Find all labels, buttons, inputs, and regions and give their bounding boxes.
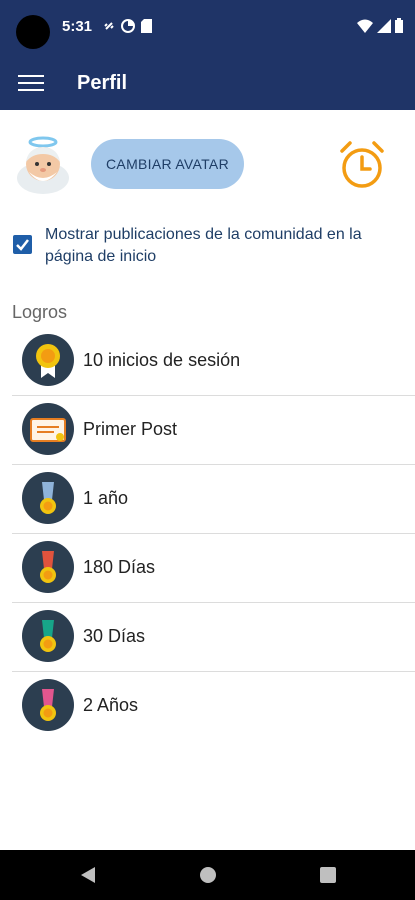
wifi-icon xyxy=(357,19,373,33)
alarm-clock-icon[interactable] xyxy=(337,139,387,191)
list-item[interactable]: Primer Post xyxy=(12,396,415,465)
medal-red-icon xyxy=(22,541,74,593)
status-time: 5:31 xyxy=(62,18,93,35)
recents-icon[interactable] xyxy=(319,865,337,885)
status-icons-left xyxy=(103,19,152,33)
signal-icon xyxy=(377,18,391,33)
list-item[interactable]: 180 Días xyxy=(12,534,415,603)
medal-pink-icon xyxy=(22,679,74,731)
list-item[interactable]: 2 Años xyxy=(12,672,415,740)
link-icon xyxy=(104,22,114,30)
status-icons-right xyxy=(357,18,403,33)
medal-teal-icon xyxy=(22,610,74,662)
list-item[interactable]: 1 año xyxy=(12,465,415,534)
achievement-label: Primer Post xyxy=(83,419,178,439)
home-icon[interactable] xyxy=(199,865,217,885)
achievement-label: 180 Días xyxy=(83,557,156,577)
achievement-label: 30 Días xyxy=(83,626,146,646)
achievement-label: 1 año xyxy=(83,488,129,508)
battery-icon xyxy=(395,18,403,33)
change-avatar-button[interactable]: CAMBIAR AVATAR xyxy=(91,139,244,189)
show-community-checkbox[interactable] xyxy=(13,235,32,254)
list-item[interactable]: 30 Días xyxy=(12,603,415,672)
camera-cutout xyxy=(16,15,50,49)
achievements-title: Logros xyxy=(12,302,68,322)
achievement-label: 2 Años xyxy=(83,695,139,715)
show-community-label[interactable]: Mostrar publicaciones de la comunidad en… xyxy=(45,224,400,268)
angel-avatar xyxy=(17,136,69,194)
certificate-icon xyxy=(22,403,74,455)
app-bar: Perfil xyxy=(0,58,415,110)
data-saver-icon xyxy=(121,19,135,33)
medal-blue-icon xyxy=(22,472,74,524)
status-bar: 5:31 xyxy=(0,0,415,58)
checkmark-icon xyxy=(16,239,29,251)
sd-card-icon xyxy=(141,19,152,33)
list-item[interactable]: 10 inicios de sesión xyxy=(12,327,415,396)
award-ribbon-icon xyxy=(22,334,74,386)
back-icon[interactable] xyxy=(79,865,97,885)
system-navigation-bar xyxy=(0,850,415,900)
hamburger-menu-icon[interactable] xyxy=(18,72,44,94)
page-title: Perfil xyxy=(77,72,128,94)
achievement-label: 10 inicios de sesión xyxy=(83,350,241,370)
achievements-list: 10 inicios de sesión Primer Post 1 año 1… xyxy=(12,327,415,740)
